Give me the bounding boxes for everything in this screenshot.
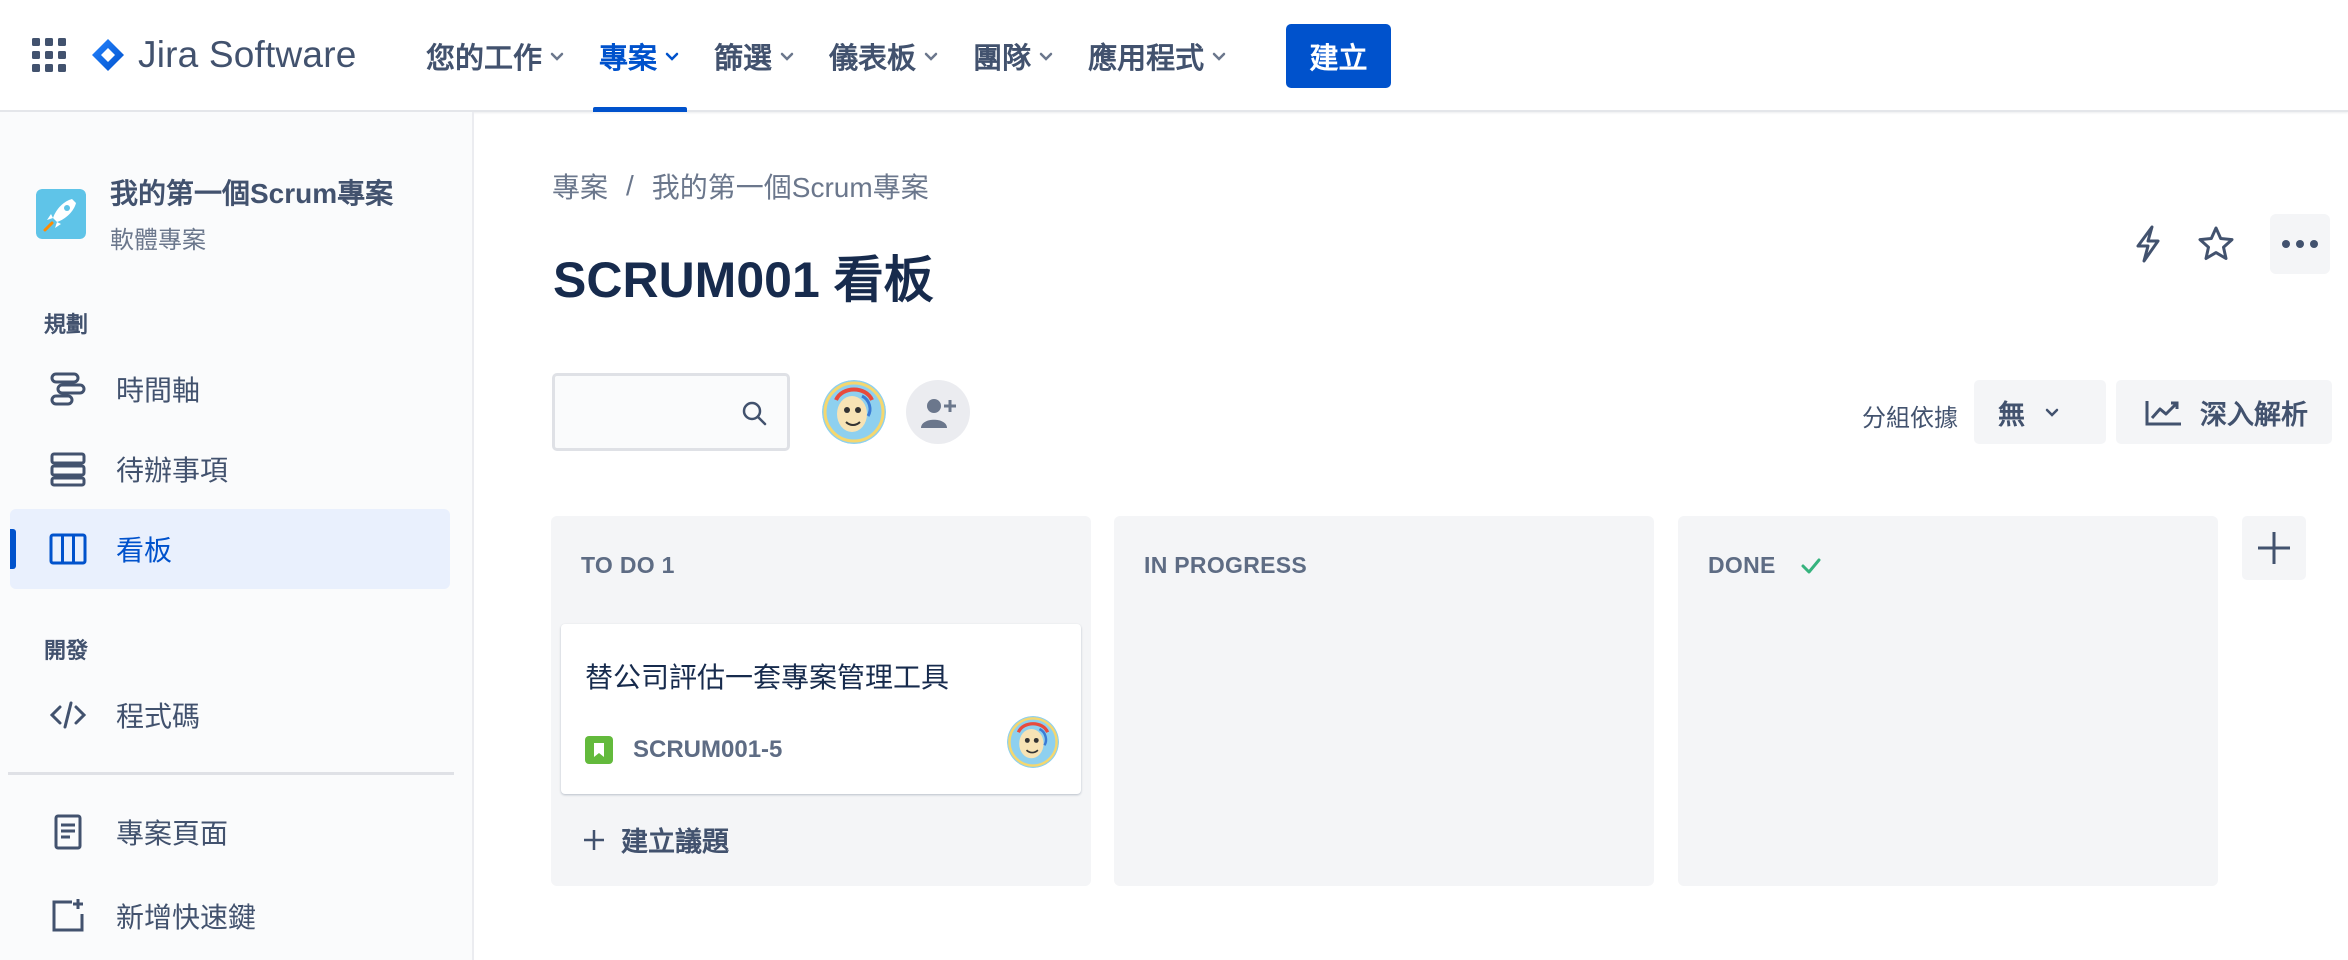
jira-diamond-logo-icon bbox=[92, 39, 124, 71]
groupby-dropdown[interactable]: 無 bbox=[1974, 380, 2106, 444]
create-issue-button[interactable]: 建立議題 bbox=[581, 820, 729, 859]
sidebar-item-label: 時間軸 bbox=[116, 375, 201, 406]
user-avatar-icon bbox=[1007, 716, 1059, 768]
nav-label: 儀表板 bbox=[829, 43, 917, 75]
insights-label: 深入解析 bbox=[2200, 399, 2308, 430]
add-shortcut-icon bbox=[52, 899, 84, 932]
issue-summary: 替公司評估一套專案管理工具 bbox=[585, 662, 950, 693]
breadcrumb: 專案 / 我的第一個Scrum專案 bbox=[552, 166, 929, 206]
jira-logo[interactable]: Jira Software bbox=[90, 30, 357, 80]
nav-dashboards[interactable]: 儀表板 bbox=[823, 0, 946, 112]
section-planning: 規劃 bbox=[44, 312, 89, 337]
board-icon bbox=[49, 533, 87, 565]
column-title-wrap: DONE bbox=[1708, 552, 1822, 579]
more-icon bbox=[2282, 240, 2318, 248]
breadcrumb-project[interactable]: 我的第一個Scrum專案 bbox=[652, 166, 929, 206]
add-person-icon bbox=[921, 399, 956, 428]
chevron-down-icon bbox=[1212, 52, 1226, 61]
lightning-icon bbox=[2136, 225, 2160, 263]
top-navigation: Jira Software 您的工作 專案 篩選 儀表板 團隊 應用程式 建立 bbox=[0, 0, 2348, 112]
check-icon bbox=[1801, 558, 1821, 573]
nav-projects[interactable]: 專案 bbox=[593, 0, 688, 112]
sidebar-item-label: 待辦事項 bbox=[116, 455, 229, 486]
board-column-done: DONE bbox=[1678, 516, 2218, 886]
user-avatar-filter[interactable] bbox=[822, 380, 886, 444]
project-header[interactable]: 我的第一個Scrum專案 軟體專案 bbox=[36, 172, 393, 255]
page-title: SCRUM001 看板 bbox=[553, 252, 934, 308]
nav-filters[interactable]: 篩選 bbox=[708, 0, 802, 112]
add-people-button[interactable] bbox=[906, 380, 970, 444]
section-development: 開發 bbox=[44, 638, 89, 663]
code-icon bbox=[49, 701, 87, 729]
sidebar-item-add-shortcut[interactable]: 新增快速鍵 bbox=[10, 876, 450, 956]
board-column-in-progress: IN PROGRESS bbox=[1114, 516, 1654, 886]
add-column-button[interactable] bbox=[2242, 516, 2306, 580]
sidebar-divider bbox=[8, 772, 454, 775]
plus-icon bbox=[584, 829, 604, 850]
column-title: DONE bbox=[1708, 552, 1776, 578]
backlog-icon bbox=[50, 452, 86, 487]
column-title: TO DO 1 bbox=[581, 552, 675, 578]
project-rocket-avatar-icon bbox=[36, 188, 86, 239]
issue-key[interactable]: SCRUM001-5 bbox=[633, 736, 782, 764]
nav-teams[interactable]: 團隊 bbox=[967, 0, 1061, 112]
nav-label: 專案 bbox=[599, 43, 658, 75]
star-button[interactable] bbox=[2186, 214, 2246, 274]
sidebar-item-board[interactable]: 看板 bbox=[10, 509, 450, 589]
nav-label: 您的工作 bbox=[426, 43, 543, 75]
nav-your-work[interactable]: 您的工作 bbox=[420, 0, 572, 112]
create-button[interactable]: 建立 bbox=[1286, 24, 1391, 88]
sidebar-item-timeline[interactable]: 時間軸 bbox=[10, 349, 450, 429]
assignee-avatar[interactable] bbox=[1007, 716, 1059, 768]
more-actions-button[interactable] bbox=[2270, 214, 2330, 274]
chevron-down-icon bbox=[665, 52, 679, 61]
page-icon bbox=[54, 814, 82, 850]
chevron-down-icon bbox=[550, 52, 564, 61]
nav-label: 團隊 bbox=[973, 43, 1032, 75]
nav-label: 篩選 bbox=[714, 43, 773, 75]
chevron-down-icon bbox=[924, 52, 938, 61]
sidebar-item-code[interactable]: 程式碼 bbox=[10, 675, 450, 755]
project-type: 軟體專案 bbox=[110, 227, 206, 254]
groupby-label: 分組依據 bbox=[1862, 405, 1958, 432]
app-switcher-icon[interactable] bbox=[30, 36, 68, 74]
chevron-down-icon bbox=[2045, 408, 2059, 417]
project-info: 我的第一個Scrum專案 軟體專案 bbox=[110, 172, 393, 255]
sidebar-item-project-pages[interactable]: 專案頁面 bbox=[10, 792, 450, 872]
sidebar-item-label: 新增快速鍵 bbox=[116, 902, 257, 933]
sidebar-item-label: 專案頁面 bbox=[116, 818, 229, 849]
timeline-icon bbox=[50, 372, 86, 406]
primary-nav: 您的工作 專案 篩選 儀表板 團隊 應用程式 bbox=[420, 0, 1255, 112]
sidebar-item-label: 看板 bbox=[116, 535, 173, 566]
user-avatar-icon bbox=[822, 380, 886, 444]
groupby-value: 無 bbox=[1998, 399, 2025, 430]
app-name: Jira Software bbox=[138, 34, 357, 75]
star-icon bbox=[2198, 226, 2234, 260]
nav-apps[interactable]: 應用程式 bbox=[1082, 0, 1234, 112]
chevron-down-icon bbox=[780, 52, 794, 61]
automation-button[interactable] bbox=[2118, 214, 2178, 274]
sidebar-item-backlog[interactable]: 待辦事項 bbox=[10, 429, 450, 509]
insights-chart-icon bbox=[2145, 401, 2181, 426]
board-column-todo: TO DO 1 替公司評估一套專案管理工具 SCRUM001-5 建立議題 bbox=[551, 516, 1091, 886]
project-name: 我的第一個Scrum專案 bbox=[110, 178, 394, 209]
search-icon bbox=[742, 401, 767, 426]
plus-icon bbox=[2258, 532, 2290, 564]
board-search-input[interactable] bbox=[552, 373, 790, 451]
insights-button[interactable]: 深入解析 bbox=[2116, 380, 2332, 444]
chevron-down-icon bbox=[1039, 52, 1053, 61]
nav-label: 應用程式 bbox=[1088, 43, 1205, 75]
breadcrumb-separator: / bbox=[626, 170, 634, 201]
issue-card[interactable]: 替公司評估一套專案管理工具 SCRUM001-5 bbox=[561, 624, 1081, 794]
breadcrumb-projects[interactable]: 專案 bbox=[552, 166, 608, 206]
story-icon bbox=[585, 736, 613, 764]
column-title: IN PROGRESS bbox=[1144, 552, 1308, 578]
sidebar-item-label: 程式碼 bbox=[116, 701, 201, 732]
project-sidebar: 我的第一個Scrum專案 軟體專案 規劃 時間軸 待辦事項 看板 開發 程式碼 … bbox=[0, 112, 474, 960]
create-issue-label: 建立議題 bbox=[621, 827, 729, 857]
